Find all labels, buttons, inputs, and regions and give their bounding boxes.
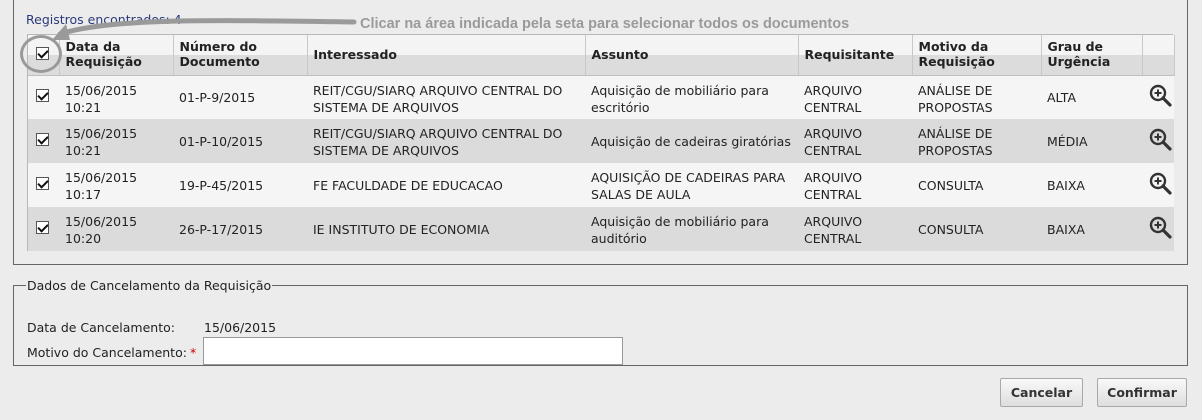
cancellation-reason-input[interactable]	[203, 337, 623, 365]
confirm-button[interactable]: Confirmar	[1097, 378, 1187, 407]
cancellation-fieldset: Dados de Cancelamento da Requisição Data…	[13, 278, 1188, 366]
cancellation-date-label: Data de Cancelamento:	[27, 320, 175, 335]
required-marker: *	[189, 345, 197, 360]
cancellation-date-row: Data de Cancelamento: 15/06/2015	[27, 320, 276, 335]
cancellation-date-value: 15/06/2015	[204, 320, 277, 335]
cancellation-reason-row: Motivo do Cancelamento: *	[27, 345, 196, 360]
cancellation-legend: Dados de Cancelamento da Requisição	[27, 278, 272, 293]
cancel-button[interactable]: Cancelar	[1000, 378, 1083, 407]
annotation-text: Clicar na área indicada pela seta para s…	[360, 16, 850, 32]
cancellation-reason-label: Motivo do Cancelamento:	[27, 345, 187, 360]
